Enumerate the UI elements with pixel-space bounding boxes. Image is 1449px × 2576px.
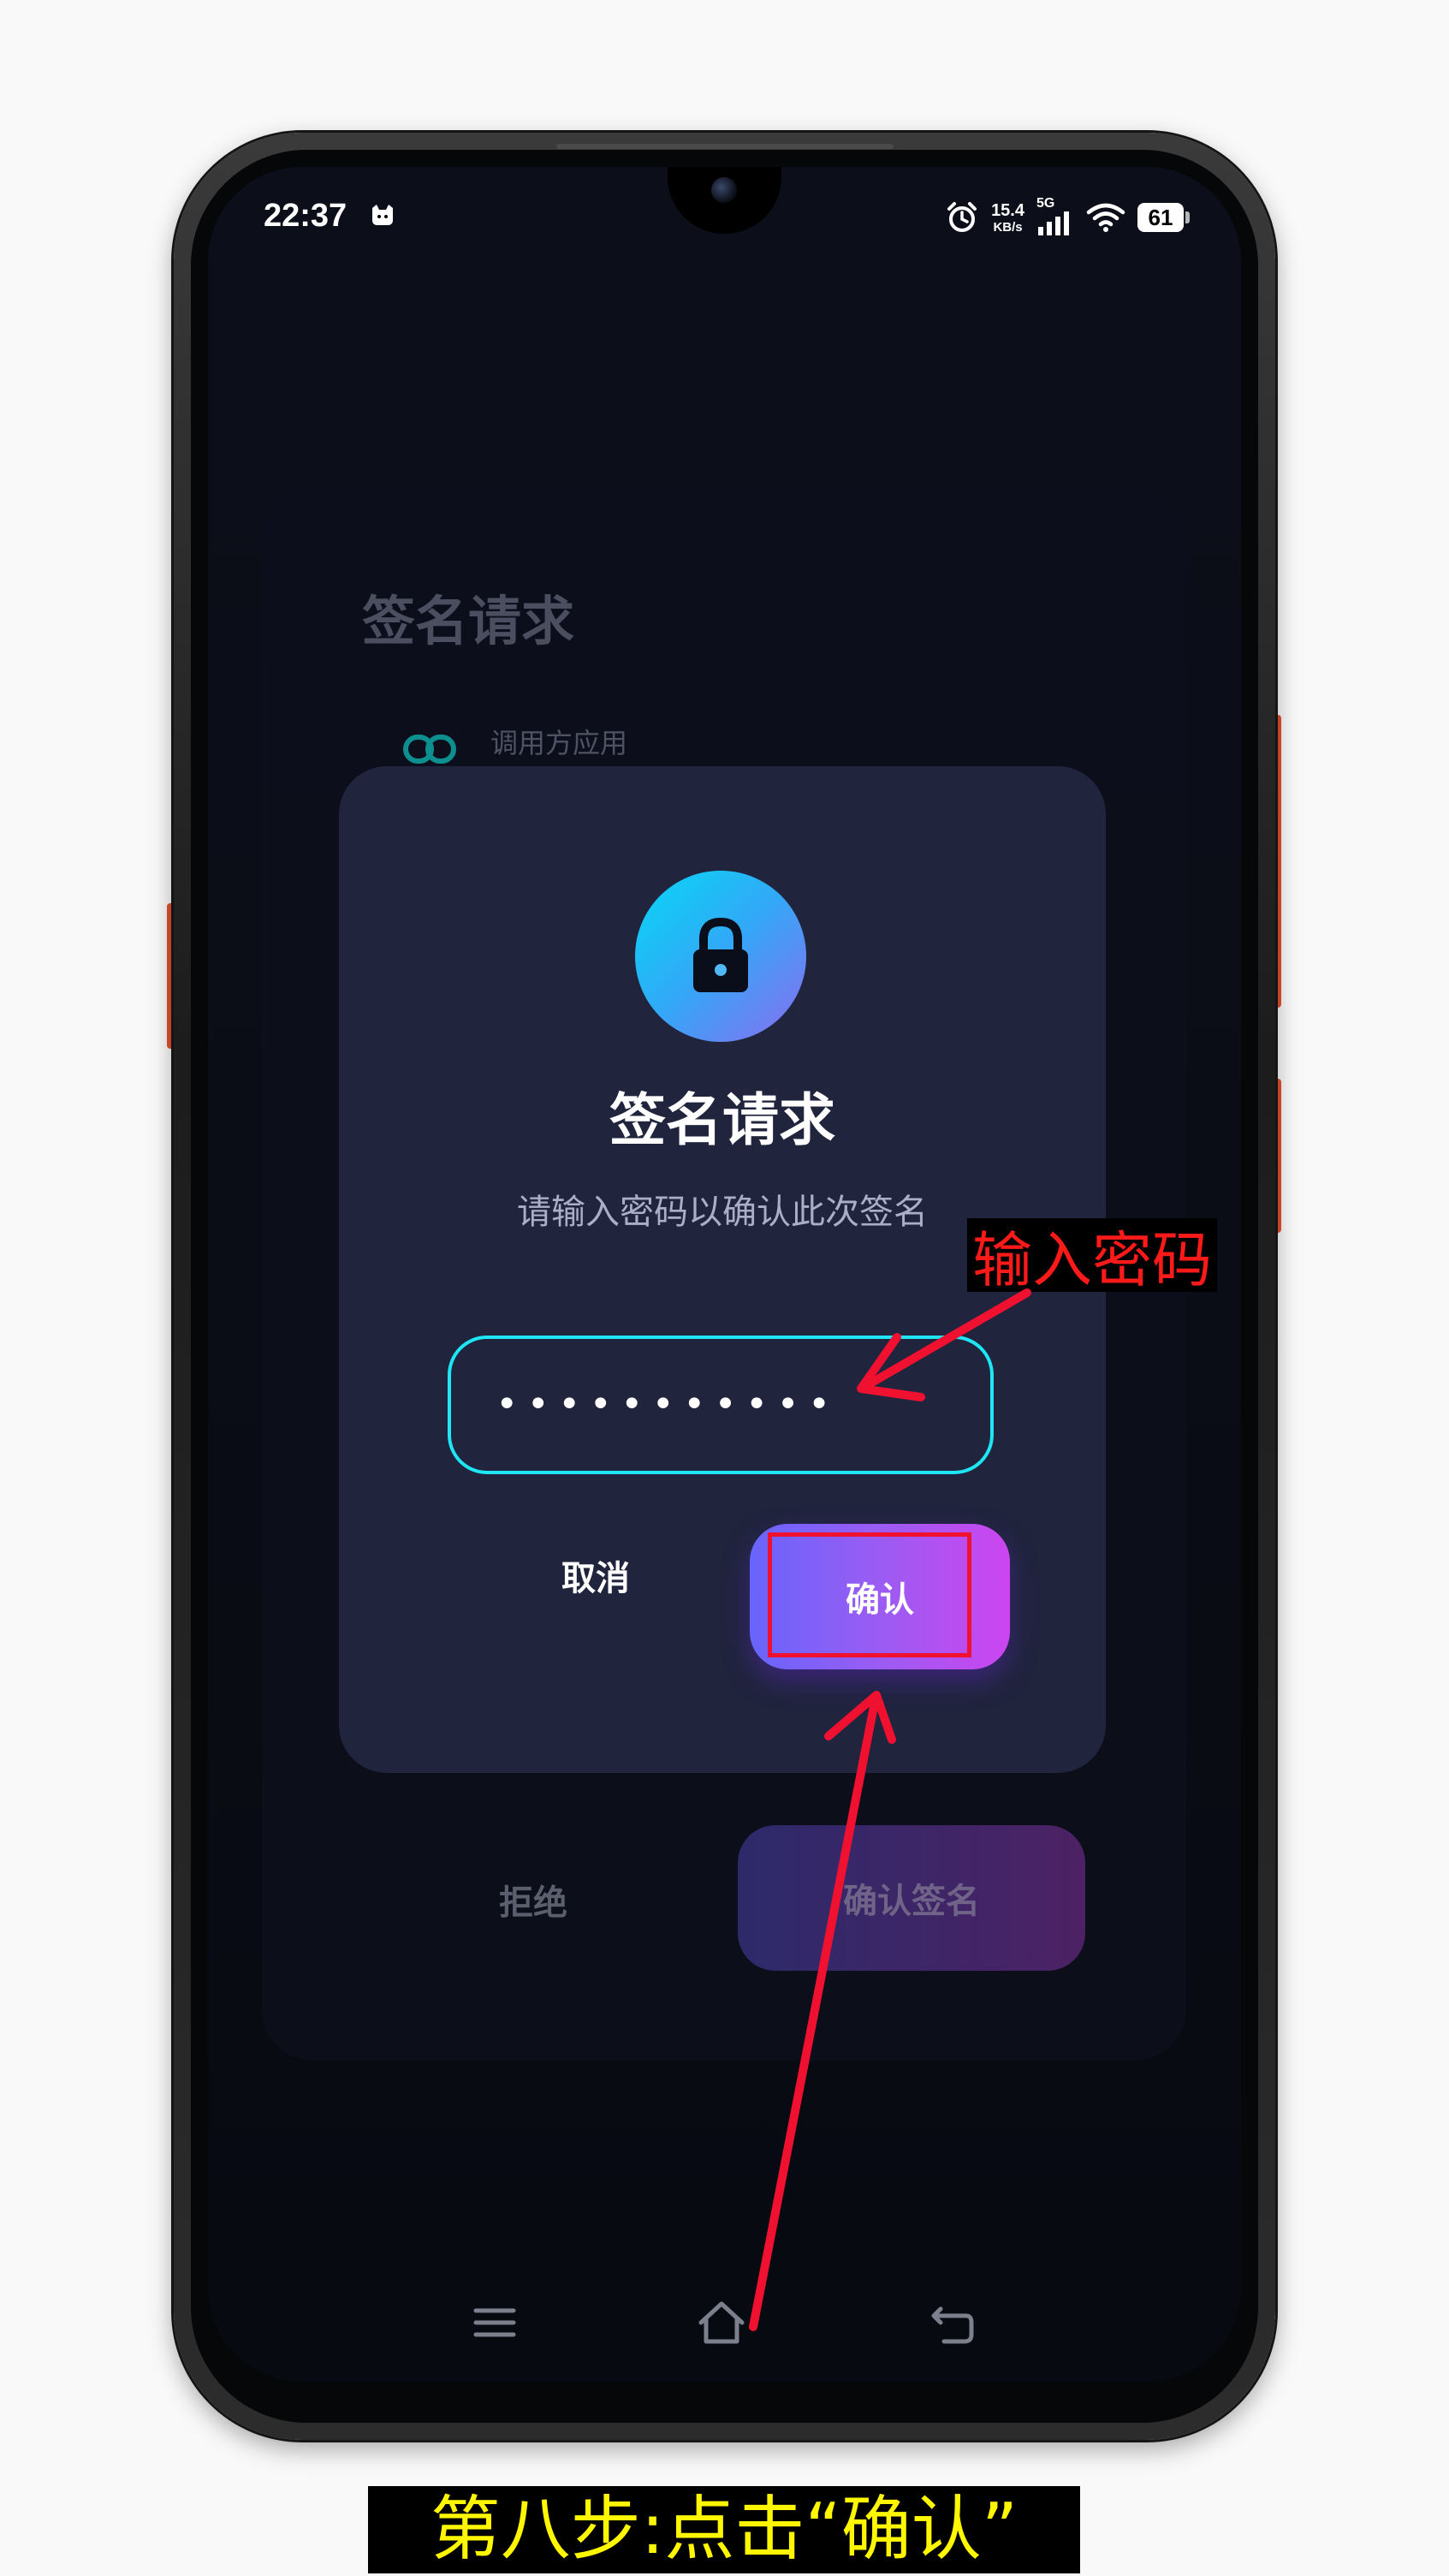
- front-camera: [711, 177, 737, 203]
- back-icon[interactable]: [927, 2297, 978, 2348]
- status-icons: 15.4 KB/s 5G 61: [945, 196, 1190, 237]
- battery-level: 61: [1137, 203, 1184, 232]
- wifi-icon: [1086, 203, 1125, 232]
- caller-app-label: 调用方应用: [490, 727, 628, 759]
- password-input[interactable]: •••••••••••: [448, 1336, 994, 1474]
- annotation-input-password: 输入密码: [967, 1218, 1217, 1295]
- signal-icon: [1038, 211, 1069, 235]
- speaker-grill: [556, 144, 894, 149]
- network-type: 5G: [1036, 196, 1055, 211]
- battery-indicator: 61: [1137, 203, 1190, 232]
- lock-icon: [693, 917, 748, 992]
- status-time: 22:37: [264, 198, 347, 234]
- cat-icon: [372, 205, 393, 225]
- home-icon[interactable]: [696, 2297, 747, 2348]
- link-icon: [403, 735, 456, 764]
- network-speed-unit: KB/s: [993, 219, 1023, 235]
- background-page-title: 签名请求: [362, 590, 575, 652]
- menu-icon[interactable]: [469, 2297, 520, 2348]
- network-speed-value: 15.4: [991, 200, 1024, 220]
- lock-badge: [635, 871, 806, 1042]
- battery-tip: [1185, 211, 1190, 223]
- stage: 22:37 15.4 KB/s 5G 61 签名请求 调用方应用 拒绝 确认签名…: [0, 0, 1449, 2576]
- network-speed: 15.4 KB/s: [991, 202, 1024, 234]
- step-caption: 第八步:点击“确认”: [368, 2486, 1080, 2573]
- camera-notch: [668, 167, 781, 234]
- signal-group: 5G: [1036, 196, 1074, 235]
- alarm-icon: [947, 202, 977, 232]
- annotation-highlight-box: [768, 1532, 971, 1657]
- cancel-button[interactable]: 取消: [502, 1524, 690, 1627]
- dialog-title: 签名请求: [609, 1087, 835, 1153]
- confirm-signature-button[interactable]: 确认签名: [738, 1825, 1085, 1971]
- reject-button[interactable]: 拒绝: [499, 1875, 567, 1925]
